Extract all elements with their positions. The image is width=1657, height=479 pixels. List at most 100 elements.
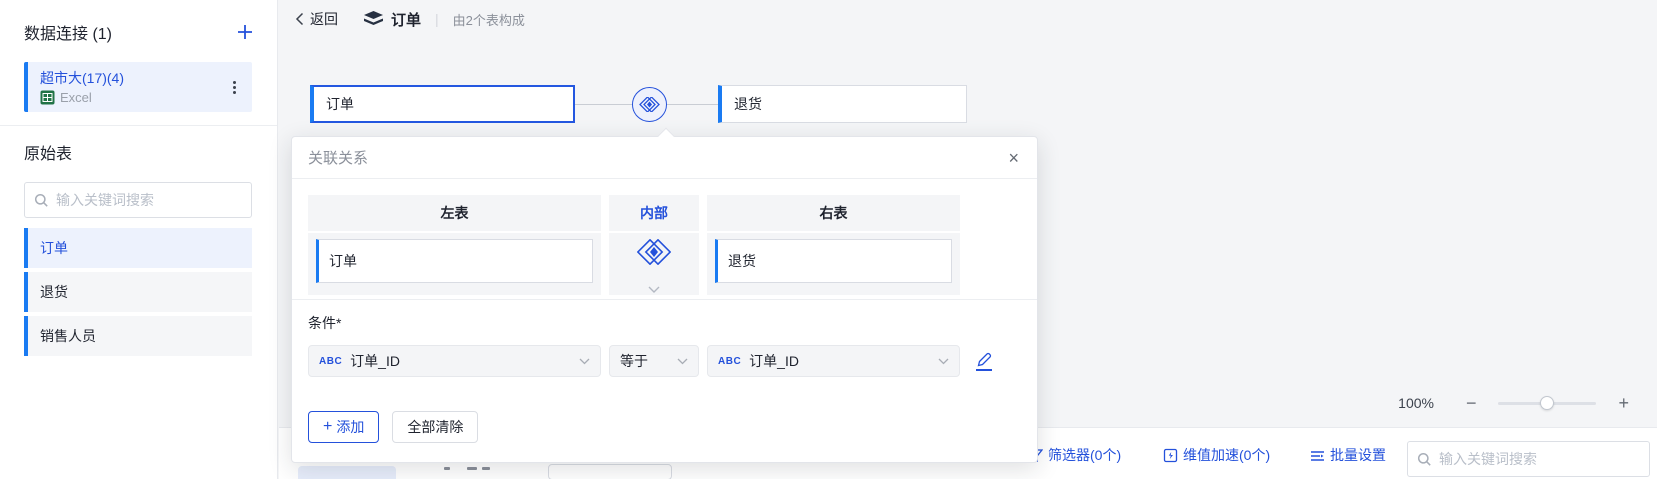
back-button[interactable]: 返回 <box>295 9 338 29</box>
table-item-label: 订单 <box>40 238 68 258</box>
connection-more-button[interactable] <box>226 75 242 99</box>
join-type-selector[interactable] <box>609 233 699 295</box>
sidebar: 数据连接 (1) 超市大(17)(4) Excel 原始表 <box>0 0 278 479</box>
zoom-in-button[interactable]: + <box>1618 394 1629 412</box>
topbar: 返回 订单 | 由2个表构成 <box>295 8 525 30</box>
left-field-name: 订单_ID <box>350 351 571 371</box>
table-item-label: 退货 <box>40 282 68 302</box>
clear-all-button[interactable]: 全部清除 <box>392 411 478 443</box>
right-field-name: 订单_ID <box>749 351 930 371</box>
chevron-down-icon <box>579 358 590 365</box>
clipped-text-stub <box>444 467 450 470</box>
clear-label: 全部清除 <box>407 417 463 437</box>
left-table-header: 左表 <box>308 195 601 233</box>
sidebar-search-input[interactable] <box>56 192 242 208</box>
plus-icon: + <box>323 419 332 435</box>
dialog-actions: + 添加 全部清除 <box>308 411 478 443</box>
topbar-table-name: 订单 <box>391 9 421 30</box>
add-connection-button[interactable] <box>233 20 257 44</box>
batch-settings-button[interactable]: 批量设置 <box>1310 445 1386 465</box>
dimension-accelerate-label: 维值加速(0个) <box>1183 445 1270 465</box>
right-table-body: 退货 <box>707 233 960 295</box>
raw-tables-title: 原始表 <box>24 140 72 164</box>
sidebar-table-item-returns[interactable]: 退货 <box>24 272 252 312</box>
filters-button[interactable]: 筛选器(0个) <box>1028 445 1121 465</box>
filters-label: 筛选器(0个) <box>1048 445 1121 465</box>
node-label: 退货 <box>734 94 762 114</box>
chevron-down-icon <box>677 358 688 365</box>
bottom-search-input[interactable] <box>1439 451 1640 467</box>
topbar-table: 订单 <box>364 9 421 30</box>
dialog-divider <box>292 299 1037 300</box>
right-table-column: 右表 退货 <box>707 195 960 295</box>
left-table-column: 左表 订单 <box>308 195 601 295</box>
inner-join-icon <box>639 97 660 112</box>
plus-icon <box>236 23 254 41</box>
connection-subrow: Excel <box>40 90 244 105</box>
dialog-title: 关联关系 <box>308 147 368 168</box>
zoom-control: 100% − + <box>1398 394 1629 412</box>
accelerate-icon <box>1163 448 1178 463</box>
table-item-label: 销售人员 <box>40 326 96 346</box>
connection-type-label: Excel <box>60 90 92 105</box>
add-condition-button[interactable]: + 添加 <box>308 411 379 443</box>
bottom-search-box[interactable] <box>1407 441 1650 477</box>
batch-settings-label: 批量设置 <box>1330 445 1386 465</box>
inner-join-icon <box>637 239 671 265</box>
topbar-composition: 由2个表构成 <box>453 10 525 29</box>
chevron-left-icon <box>295 12 304 26</box>
search-icon <box>1417 452 1432 467</box>
zoom-out-button[interactable]: − <box>1466 394 1477 412</box>
join-table-grid: 左表 订单 内部 <box>308 195 960 295</box>
batch-settings-icon <box>1310 448 1325 463</box>
sidebar-divider <box>0 125 277 126</box>
connection-item[interactable]: 超市大(17)(4) Excel <box>24 62 252 112</box>
left-table-name: 订单 <box>329 251 357 271</box>
excel-icon <box>40 90 55 105</box>
operator-dropdown[interactable]: 等于 <box>609 345 699 377</box>
back-label: 返回 <box>310 9 338 29</box>
join-type-header: 内部 <box>609 195 699 233</box>
data-connection-title: 数据连接 (1) <box>24 20 112 44</box>
sidebar-table-item-orders[interactable]: 订单 <box>24 228 252 268</box>
join-type-column: 内部 <box>609 195 699 295</box>
operator-value: 等于 <box>620 351 669 371</box>
chevron-down-icon <box>648 286 660 293</box>
clipped-select-stub[interactable] <box>548 464 672 479</box>
edit-condition-button[interactable] <box>976 352 992 371</box>
relation-dialog: 关联关系 × 左表 订单 内部 <box>291 136 1038 463</box>
close-icon[interactable]: × <box>1004 147 1023 169</box>
left-table-body: 订单 <box>308 233 601 295</box>
table-edit-page: 数据连接 (1) 超市大(17)(4) Excel 原始表 <box>0 0 1657 479</box>
canvas-node-orders[interactable]: 订单 <box>310 85 575 123</box>
zoom-level: 100% <box>1398 395 1434 411</box>
sidebar-search-box[interactable] <box>24 182 252 218</box>
edit-underline <box>976 369 992 371</box>
zoom-slider-track[interactable] <box>1498 402 1596 405</box>
condition-label: 条件* <box>308 313 341 333</box>
right-table-name: 退货 <box>728 251 756 271</box>
field-type-badge: ABC <box>319 356 342 367</box>
left-table-value[interactable]: 订单 <box>316 239 593 283</box>
node-label: 订单 <box>326 94 354 114</box>
pencil-icon <box>976 352 992 368</box>
condition-row: ABC 订单_ID 等于 ABC 订单_ID <box>308 345 992 377</box>
chevron-down-icon <box>938 358 949 365</box>
clipped-tab-stub[interactable] <box>298 466 396 479</box>
right-field-dropdown[interactable]: ABC 订单_ID <box>707 345 960 377</box>
clipped-text-stub <box>482 467 490 470</box>
dimension-accelerate-button[interactable]: 维值加速(0个) <box>1163 445 1270 465</box>
joined-table-icon <box>364 11 383 27</box>
zoom-slider-knob[interactable] <box>1540 396 1554 410</box>
sidebar-table-item-salespeople[interactable]: 销售人员 <box>24 316 252 356</box>
add-label: 添加 <box>336 417 364 437</box>
right-table-value[interactable]: 退货 <box>715 239 952 283</box>
connection-name: 超市大(17)(4) <box>40 69 244 87</box>
canvas-node-returns[interactable]: 退货 <box>718 85 967 123</box>
right-table-header: 右表 <box>707 195 960 233</box>
field-type-badge: ABC <box>718 356 741 367</box>
clipped-text-stub <box>467 467 477 470</box>
left-field-dropdown[interactable]: ABC 订单_ID <box>308 345 601 377</box>
join-node-button[interactable] <box>632 87 667 122</box>
search-icon <box>34 193 49 208</box>
